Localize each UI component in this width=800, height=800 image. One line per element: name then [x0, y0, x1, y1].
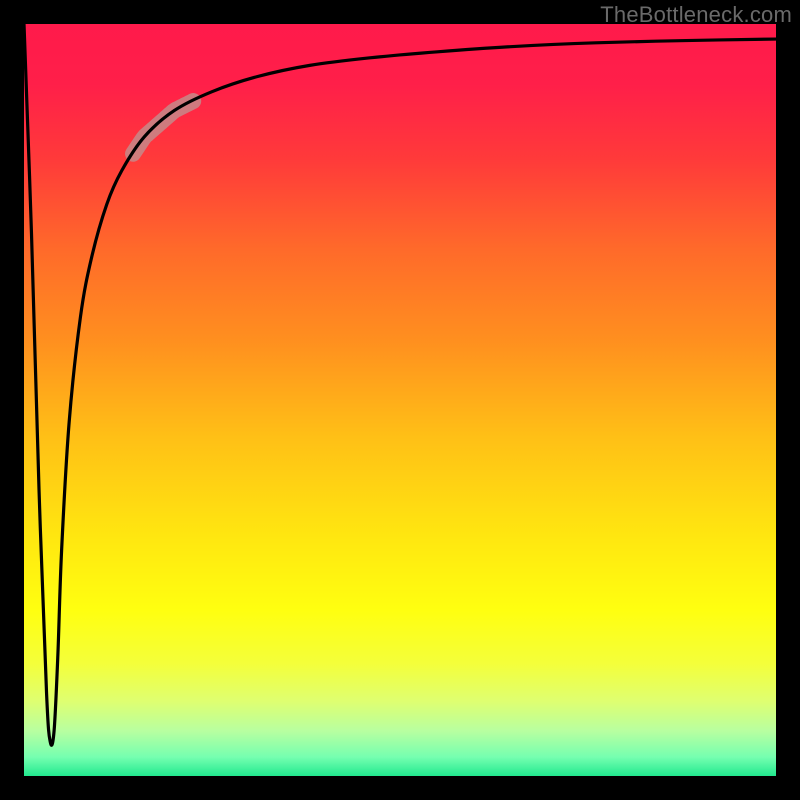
- chart-frame: TheBottleneck.com: [0, 0, 800, 800]
- curve-layer: [24, 24, 776, 776]
- curve-highlight: [133, 101, 193, 154]
- bottleneck-curve: [24, 24, 776, 745]
- plot-area: [24, 24, 776, 776]
